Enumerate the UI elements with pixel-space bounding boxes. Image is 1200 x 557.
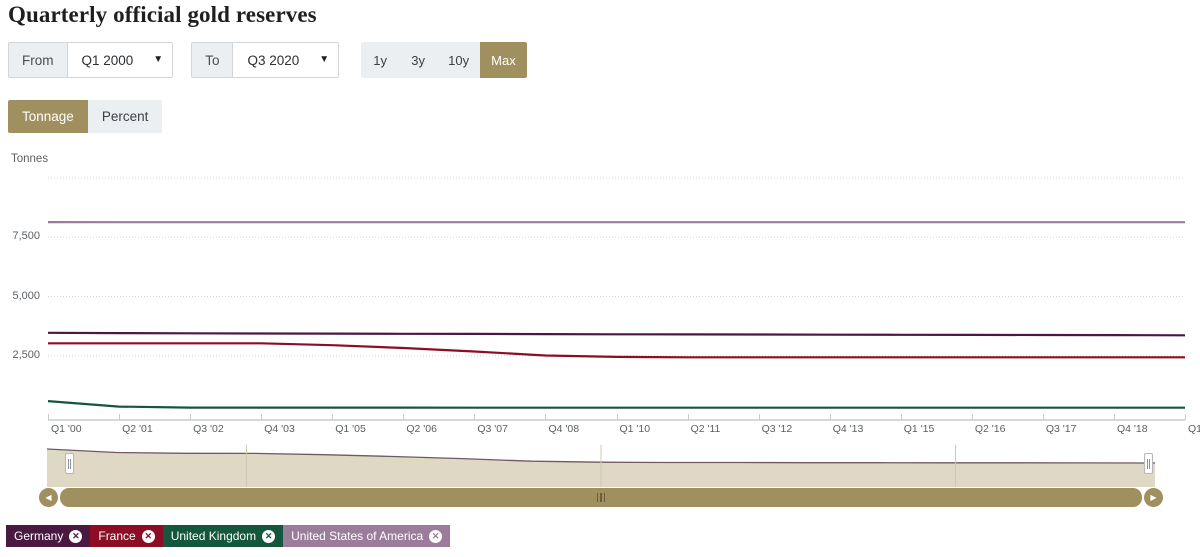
legend-item-united-states-of-america[interactable]: United States of America ✕ xyxy=(283,525,451,547)
navigator-left-handle[interactable] xyxy=(65,453,74,474)
x-axis-tick-mark xyxy=(758,414,760,420)
plot-area xyxy=(0,168,1200,423)
x-axis-tick-mark xyxy=(332,414,334,420)
x-axis-tick-label: Q1 '00 xyxy=(51,423,82,435)
to-select[interactable]: Q3 2020 ▼ xyxy=(232,43,339,77)
x-axis-tick-label: Q2 '11 xyxy=(690,423,721,435)
x-axis-tick-mark xyxy=(261,414,263,420)
plot-svg xyxy=(47,177,1186,421)
series-line xyxy=(47,400,1185,409)
close-icon[interactable]: ✕ xyxy=(69,529,83,543)
legend-item-label: France xyxy=(98,529,136,543)
legend-item-label: United States of America xyxy=(291,529,424,543)
x-axis-tick-mark xyxy=(900,414,902,420)
legend-item-france[interactable]: France ✕ xyxy=(90,525,163,547)
preset-1y-button[interactable]: 1y xyxy=(361,42,400,78)
x-axis-tick-mark xyxy=(1185,414,1186,420)
grip-bar xyxy=(603,493,606,502)
y-axis-tick-label: 2,500 xyxy=(12,348,40,361)
x-axis-tick-label: Q3 '12 xyxy=(761,423,793,435)
y-axis-tick-label: 5,000 xyxy=(12,289,40,302)
series-line xyxy=(47,331,1186,337)
date-range-controls: From Q1 2000 ▼ To Q3 2020 ▼ 1y 3y 10y Ma… xyxy=(8,42,527,78)
legend-item-united-kingdom[interactable]: United Kingdom ✕ xyxy=(162,525,284,547)
close-icon[interactable]: ✕ xyxy=(262,529,276,543)
x-axis-labels: Q1 '00 Q2 '01 Q3 '02 Q4 '03 Q1 '05 Q2 '06 Q3 '… xyxy=(0,414,1200,442)
navigator-scrollbar[interactable]: ◀ ▶ xyxy=(39,488,1163,507)
x-axis-tick-mark xyxy=(545,414,547,420)
grip-line xyxy=(70,458,72,469)
x-axis-tick-mark xyxy=(1042,414,1044,420)
from-value: Q1 2000 xyxy=(81,52,134,68)
x-axis-tick-label: Q3 '07 xyxy=(477,423,508,435)
x-axis-tick-label: Q1 '20 xyxy=(1188,423,1200,435)
x-axis-tick-label: Q1 '10 xyxy=(619,423,651,435)
x-axis-tick-label: Q2 '01 xyxy=(122,423,153,435)
to-value: Q3 2020 xyxy=(247,52,300,68)
scroll-left-icon[interactable]: ◀ xyxy=(39,488,58,507)
chevron-down-icon: ▼ xyxy=(153,54,164,65)
series-line xyxy=(48,342,1185,359)
x-axis-tick-label: Q4 '03 xyxy=(264,423,295,435)
grip-bar xyxy=(596,493,599,502)
x-axis-tick-mark xyxy=(829,414,831,420)
range-preset-group: 1y 3y 10y Max xyxy=(361,42,527,78)
x-axis-tick-mark xyxy=(190,414,192,420)
x-axis-tick-mark xyxy=(1113,414,1115,420)
preset-10y-button[interactable]: 10y xyxy=(437,42,481,78)
tab-percent[interactable]: Percent xyxy=(87,100,163,133)
x-axis-tick-label: Q3 '02 xyxy=(193,423,224,435)
x-axis-tick-mark xyxy=(616,414,618,420)
grip-line xyxy=(67,458,69,469)
legend-item-label: United Kingdom xyxy=(170,529,257,543)
tab-tonnage[interactable]: Tonnage xyxy=(8,100,88,133)
preset-3y-button[interactable]: 3y xyxy=(399,42,438,78)
gold-reserves-chart-app: Quarterly official gold reserves From Q1… xyxy=(0,0,1200,557)
grip-line xyxy=(1149,458,1151,469)
x-axis-tick-label: Q2 '06 xyxy=(406,423,437,435)
x-axis-tick-label: Q1 '05 xyxy=(335,423,366,435)
close-icon[interactable]: ✕ xyxy=(429,529,443,543)
chart-legend: Germany ✕ France ✕ United Kingdom ✕ United Sta… xyxy=(6,525,451,547)
navigator-preview[interactable] xyxy=(47,445,1155,487)
chevron-down-icon: ▼ xyxy=(319,54,330,65)
range-navigator[interactable]: ◀ ▶ xyxy=(39,445,1163,507)
preset-max-button[interactable]: Max xyxy=(480,42,527,78)
scrollbar-grip-icon xyxy=(596,493,606,502)
from-date-picker[interactable]: From Q1 2000 ▼ xyxy=(8,42,174,78)
page-title: Quarterly official gold reserves xyxy=(8,2,317,27)
unit-toggle-group: Tonnage Percent xyxy=(8,100,163,133)
to-label: To xyxy=(192,43,233,77)
to-date-picker[interactable]: To Q3 2020 ▼ xyxy=(191,42,340,78)
x-axis-tick-mark xyxy=(971,414,973,420)
x-axis-tick-mark xyxy=(474,414,476,420)
y-axis-tick-label: 7,500 xyxy=(12,230,40,243)
x-axis-tick-mark xyxy=(48,414,49,420)
y-axis-unit-label: Tonnes xyxy=(11,153,49,165)
from-select[interactable]: Q1 2000 ▼ xyxy=(66,43,173,77)
navigator-svg xyxy=(47,445,1155,487)
x-axis-tick-mark xyxy=(687,414,689,420)
x-axis-tick-label: Q2 '16 xyxy=(974,423,1006,435)
grip-bar xyxy=(600,493,602,502)
scroll-right-icon[interactable]: ▶ xyxy=(1144,488,1163,507)
scrollbar-thumb[interactable] xyxy=(60,488,1142,507)
grip-line xyxy=(1146,458,1148,469)
x-axis-tick-label: Q4 '08 xyxy=(548,423,580,435)
legend-item-label: Germany xyxy=(14,529,64,543)
x-axis-tick-label: Q4 '13 xyxy=(832,423,864,435)
x-axis-tick-label: Q3 '17 xyxy=(1045,423,1077,435)
navigator-right-handle[interactable] xyxy=(1144,453,1153,474)
legend-item-germany[interactable]: Germany ✕ xyxy=(6,525,91,547)
x-axis-tick-label: Q4 '18 xyxy=(1116,423,1148,435)
x-axis-tick-mark xyxy=(119,414,121,420)
x-axis-tick-label: Q1 '15 xyxy=(903,423,935,435)
x-axis-tick-mark xyxy=(403,414,405,420)
from-label: From xyxy=(9,43,67,77)
close-icon[interactable]: ✕ xyxy=(141,529,155,543)
